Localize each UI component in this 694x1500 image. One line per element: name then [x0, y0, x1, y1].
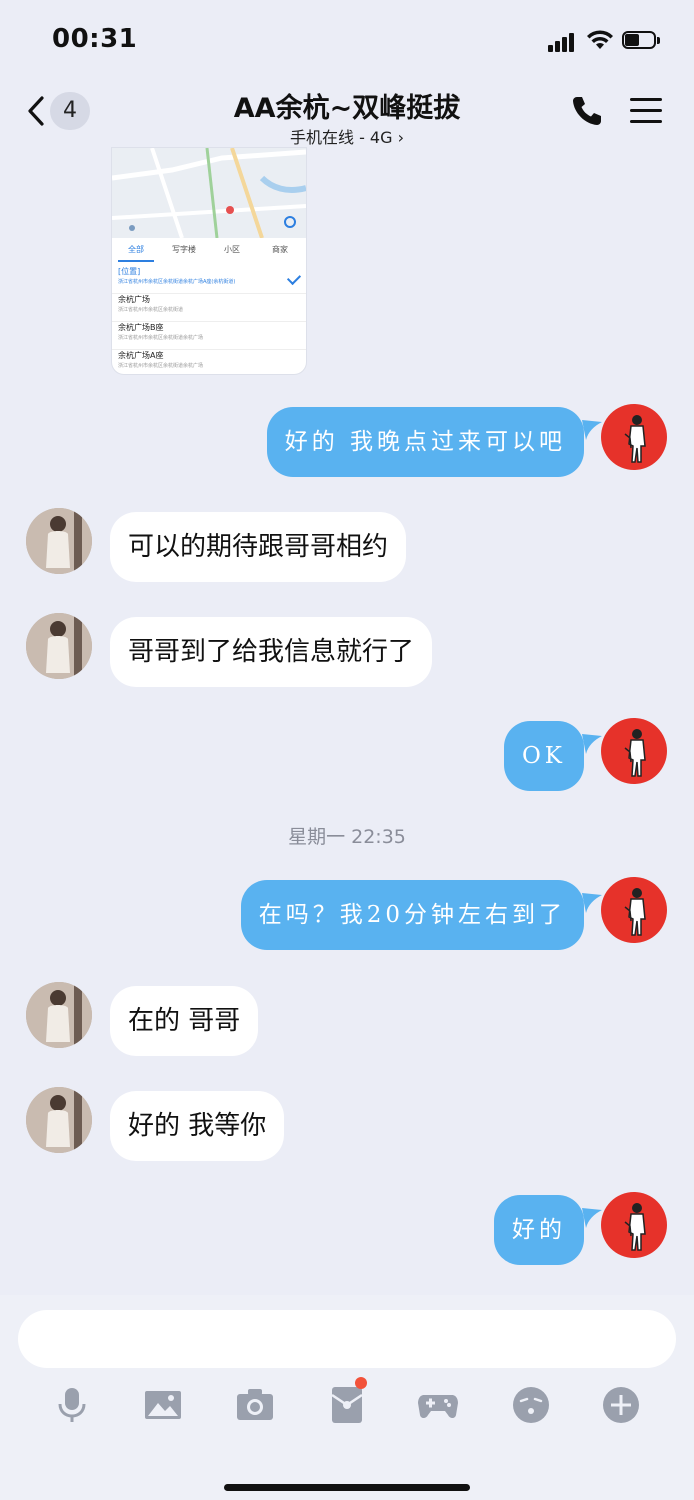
cellular-signal-icon	[548, 32, 576, 52]
location-item[interactable]: 余杭广场 浙江省杭州市余杭区余杭街道	[112, 294, 306, 322]
battery-icon	[622, 31, 660, 51]
avatar-me-image	[624, 888, 646, 936]
message-bubble-outgoing[interactable]: 好的	[494, 1195, 584, 1265]
composer	[0, 1295, 694, 1500]
bubble-tail	[582, 734, 602, 754]
message-bubble-outgoing[interactable]: OK	[503, 721, 584, 791]
location-item-desc: 浙江省杭州市余杭区余杭街道余杭广场A座(余杭街道)	[118, 279, 236, 285]
avatar-me[interactable]	[601, 1192, 667, 1258]
message-bubble-outgoing[interactable]: 在吗？我20分钟左右到了	[240, 880, 584, 950]
avatar-contact-image	[26, 982, 92, 1048]
emoji-icon[interactable]	[509, 1383, 553, 1427]
wifi-icon	[587, 30, 613, 49]
location-item-desc: 浙江省杭州市余杭区余杭街道余杭广场	[118, 363, 204, 369]
message-bubble-outgoing[interactable]: 好的 我晚点过来可以吧	[266, 407, 584, 477]
image-icon[interactable]	[141, 1383, 185, 1427]
notification-dot	[355, 1377, 367, 1389]
time-divider: 星期一 22:35	[288, 826, 406, 848]
location-item-desc: 浙江省杭州市余杭区余杭街道余杭广场	[118, 335, 204, 341]
microphone-icon[interactable]	[50, 1383, 94, 1427]
message-bubble-incoming[interactable]: 可以的期待跟哥哥相约	[110, 512, 407, 582]
bubble-tail	[582, 893, 602, 913]
menu-icon[interactable]	[630, 98, 662, 124]
phone-icon[interactable]	[570, 94, 604, 128]
avatar-me-image	[624, 1203, 646, 1251]
message-bubble-incoming[interactable]: 在的 哥哥	[110, 986, 259, 1056]
avatar-me-image	[624, 729, 646, 777]
chat-header: 4 AA余杭~双峰挺拔 手机在线 - 4G ›	[0, 80, 694, 148]
location-item[interactable]: [位置] 浙江省杭州市余杭区余杭街道余杭广场A座(余杭街道)	[112, 266, 306, 294]
location-tab[interactable]: 全部	[112, 244, 160, 255]
avatar-contact-image	[26, 613, 92, 679]
location-tabs: 全部 写字楼 小区 商家	[112, 242, 306, 260]
plus-icon[interactable]	[599, 1383, 643, 1427]
avatar-me[interactable]	[601, 404, 667, 470]
location-item-title: 余杭广场	[118, 295, 150, 304]
avatar-contact[interactable]	[26, 982, 92, 1048]
avatar-contact[interactable]	[26, 508, 92, 574]
chevron-left-icon[interactable]	[24, 94, 48, 128]
location-tab[interactable]: 小区	[208, 244, 256, 255]
tab-indicator	[118, 260, 154, 262]
chat-title[interactable]: AA余杭~双峰挺拔	[140, 86, 554, 125]
location-list: [位置] 浙江省杭州市余杭区余杭街道余杭广场A座(余杭街道) 余杭广场 浙江省杭…	[112, 266, 306, 374]
bubble-tail	[582, 420, 602, 440]
avatar-contact[interactable]	[26, 1087, 92, 1153]
red-packet-icon	[331, 1387, 363, 1423]
online-status[interactable]: 手机在线 - 4G ›	[200, 124, 494, 148]
message-input[interactable]	[18, 1310, 676, 1368]
location-tab[interactable]: 写字楼	[160, 244, 208, 255]
avatar-me-image	[624, 415, 646, 463]
avatar-me[interactable]	[601, 877, 667, 943]
location-item[interactable]: 余杭广场A座 浙江省杭州市余杭区余杭街道余杭广场	[112, 350, 306, 374]
avatar-contact-image	[26, 1087, 92, 1153]
avatar-me[interactable]	[601, 718, 667, 784]
status-time: 00:31	[52, 24, 138, 54]
location-item-title: 余杭广场A座	[118, 351, 164, 360]
unread-count-badge[interactable]: 4	[50, 92, 90, 130]
avatar-contact[interactable]	[26, 613, 92, 679]
map-preview	[112, 148, 306, 238]
avatar-contact-image	[26, 508, 92, 574]
location-item-title: 余杭广场B座	[118, 323, 164, 332]
message-bubble-incoming[interactable]: 好的 我等你	[110, 1091, 285, 1161]
location-item-title: [位置]	[118, 267, 141, 276]
location-item-desc: 浙江省杭州市余杭区余杭街道	[118, 307, 184, 313]
location-card[interactable]: 全部 写字楼 小区 商家 [位置] 浙江省杭州市余杭区余杭街道余杭广场A座(余杭…	[112, 148, 306, 374]
location-tab[interactable]: 商家	[256, 244, 304, 255]
location-item[interactable]: 余杭广场B座 浙江省杭州市余杭区余杭街道余杭广场	[112, 322, 306, 350]
red-packet-button[interactable]	[325, 1377, 369, 1427]
camera-icon[interactable]	[233, 1383, 277, 1427]
status-bar: 00:31	[0, 0, 694, 80]
home-indicator[interactable]	[224, 1484, 470, 1491]
message-bubble-incoming[interactable]: 哥哥到了给我信息就行了	[110, 617, 433, 687]
bubble-tail	[582, 1208, 602, 1228]
game-controller-icon[interactable]	[416, 1383, 460, 1427]
